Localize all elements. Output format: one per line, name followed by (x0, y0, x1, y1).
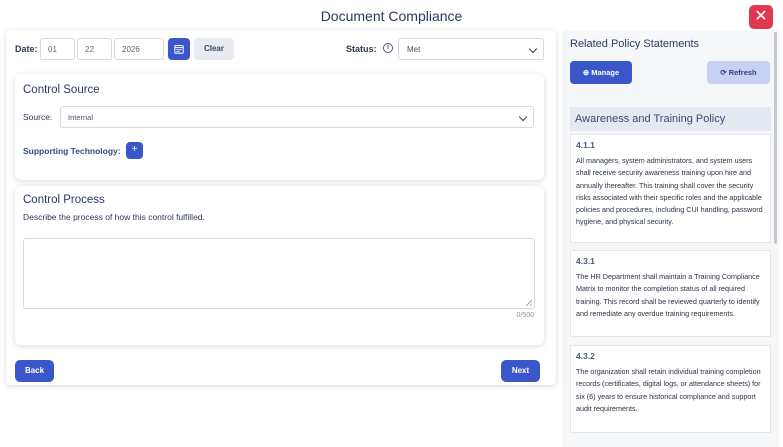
chevron-down-icon (528, 44, 538, 54)
date-day-input[interactable]: 22 (77, 38, 112, 60)
close-icon: ✕ (754, 8, 768, 25)
related-policy-title: Related Policy Statements (570, 38, 700, 50)
statement-text: The organization shall retain individual… (576, 367, 761, 413)
form-panel: Date: 01 22 2026 Clear Status: i Met Con… (6, 30, 556, 385)
statement-text: All managers, system administrators, and… (576, 156, 763, 227)
close-button[interactable]: ✕ (749, 5, 773, 29)
status-value: Met (407, 45, 421, 54)
related-policy-panel: Related Policy Statements ⊕ Manage ⟳ Ref… (562, 30, 779, 447)
statement-text: The HR Department shall maintain a Train… (576, 272, 760, 318)
control-source-card: Control Source Source: Internal Supporti… (15, 74, 544, 180)
back-button[interactable]: Back (15, 360, 54, 382)
calendar-button[interactable] (168, 38, 190, 60)
policy-name-header: Awareness and Training Policy (570, 107, 771, 131)
character-counter: 0/500 (516, 312, 534, 319)
add-technology-button[interactable]: + (126, 142, 143, 159)
supporting-technology-label: Supporting Technology: (23, 146, 121, 156)
calendar-icon (174, 45, 184, 54)
clear-button[interactable]: Clear (194, 38, 234, 60)
control-source-title: Control Source (23, 84, 100, 96)
source-label: Source: (23, 112, 53, 122)
status-label: Status: (346, 44, 377, 54)
policy-statement: 4.3.1 The HR Department shall maintain a… (570, 250, 771, 337)
page-title: Document Compliance (320, 8, 463, 24)
scrollbar[interactable] (774, 32, 777, 244)
control-process-textarea[interactable] (23, 238, 535, 309)
info-icon[interactable]: i (383, 43, 393, 53)
control-process-description: Describe the process of how this control… (23, 212, 205, 222)
status-select[interactable]: Met (398, 38, 544, 60)
source-select[interactable]: Internal (60, 106, 534, 128)
control-process-title: Control Process (23, 194, 105, 206)
statement-number: 4.1.1 (576, 140, 595, 150)
date-month-input[interactable]: 01 (40, 38, 75, 60)
statement-number: 4.3.1 (576, 256, 595, 266)
control-process-card: Control Process Describe the process of … (15, 186, 544, 345)
policy-statement: 4.1.1 All managers, system administrator… (570, 134, 771, 243)
date-year-input[interactable]: 2026 (114, 38, 164, 60)
next-button[interactable]: Next (501, 360, 540, 382)
source-value: Internal (68, 113, 94, 122)
policy-statement: 4.3.2 The organization shall retain indi… (570, 345, 771, 433)
refresh-button[interactable]: ⟳ Refresh (707, 61, 770, 84)
date-label: Date: (15, 44, 38, 54)
chevron-down-icon (518, 112, 528, 122)
statement-number: 4.3.2 (576, 351, 595, 361)
manage-button[interactable]: ⊕ Manage (570, 61, 632, 84)
resize-handle-icon[interactable] (526, 300, 532, 306)
